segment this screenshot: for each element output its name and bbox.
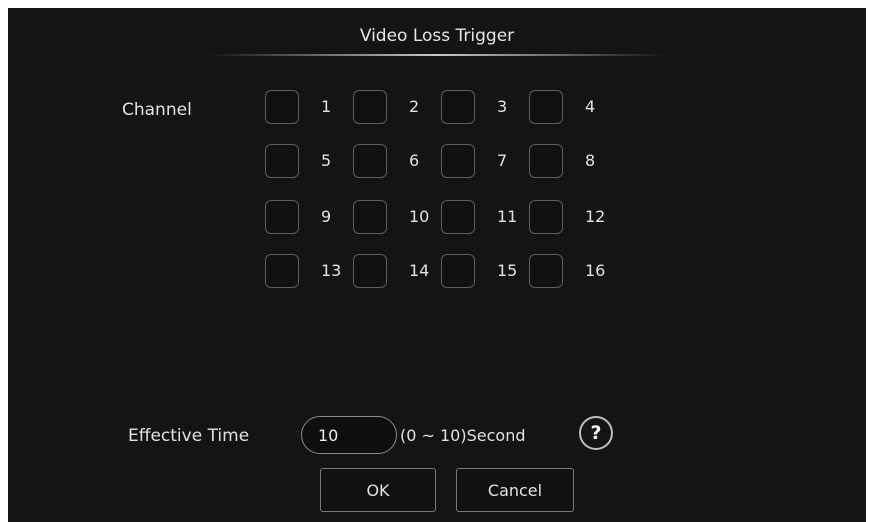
channel-checkbox[interactable] bbox=[441, 200, 475, 234]
channel-number-label: 7 bbox=[497, 151, 508, 170]
help-icon[interactable]: ? bbox=[579, 416, 613, 450]
channel-number-label: 4 bbox=[585, 97, 596, 116]
channel-number-label: 16 bbox=[585, 261, 606, 280]
channel-checkbox[interactable] bbox=[265, 144, 299, 178]
channel-number-label: 12 bbox=[585, 207, 606, 226]
channel-number-label: 13 bbox=[321, 261, 342, 280]
effective-time-input[interactable] bbox=[301, 416, 397, 454]
video-loss-trigger-dialog: Video Loss Trigger Channel 1 2 3 4 5 6 7 8 9 10 11… bbox=[8, 8, 866, 522]
channel-number-label: 10 bbox=[409, 207, 430, 226]
channel-number-label: 9 bbox=[321, 207, 332, 226]
channel-checkbox[interactable] bbox=[265, 90, 299, 124]
effective-time-range: (0 ~ 10)Second bbox=[400, 426, 526, 445]
channel-number-label: 15 bbox=[497, 261, 518, 280]
channel-checkbox[interactable] bbox=[353, 90, 387, 124]
channel-checkbox[interactable] bbox=[529, 200, 563, 234]
channel-checkbox[interactable] bbox=[353, 200, 387, 234]
channel-number-label: 11 bbox=[497, 207, 518, 226]
channel-checkbox[interactable] bbox=[529, 254, 563, 288]
channel-checkbox[interactable] bbox=[441, 254, 475, 288]
channel-number-label: 5 bbox=[321, 151, 332, 170]
ok-button[interactable]: OK bbox=[320, 468, 436, 512]
channel-number-label: 1 bbox=[321, 97, 332, 116]
channel-checkbox[interactable] bbox=[441, 90, 475, 124]
channel-label: Channel bbox=[122, 100, 192, 120]
channel-checkbox[interactable] bbox=[353, 254, 387, 288]
channel-number-label: 3 bbox=[497, 97, 508, 116]
channel-checkbox[interactable] bbox=[529, 90, 563, 124]
dialog-title: Video Loss Trigger bbox=[359, 26, 515, 46]
title-divider bbox=[208, 54, 666, 56]
channel-checkbox[interactable] bbox=[441, 144, 475, 178]
channel-checkbox[interactable] bbox=[529, 144, 563, 178]
effective-time-label: Effective Time bbox=[128, 426, 250, 446]
channel-checkbox[interactable] bbox=[265, 254, 299, 288]
channel-checkbox[interactable] bbox=[265, 200, 299, 234]
cancel-button[interactable]: Cancel bbox=[456, 468, 574, 512]
channel-number-label: 6 bbox=[409, 151, 420, 170]
channel-number-label: 8 bbox=[585, 151, 596, 170]
channel-number-label: 2 bbox=[409, 97, 420, 116]
channel-number-label: 14 bbox=[409, 261, 430, 280]
channel-checkbox[interactable] bbox=[353, 144, 387, 178]
